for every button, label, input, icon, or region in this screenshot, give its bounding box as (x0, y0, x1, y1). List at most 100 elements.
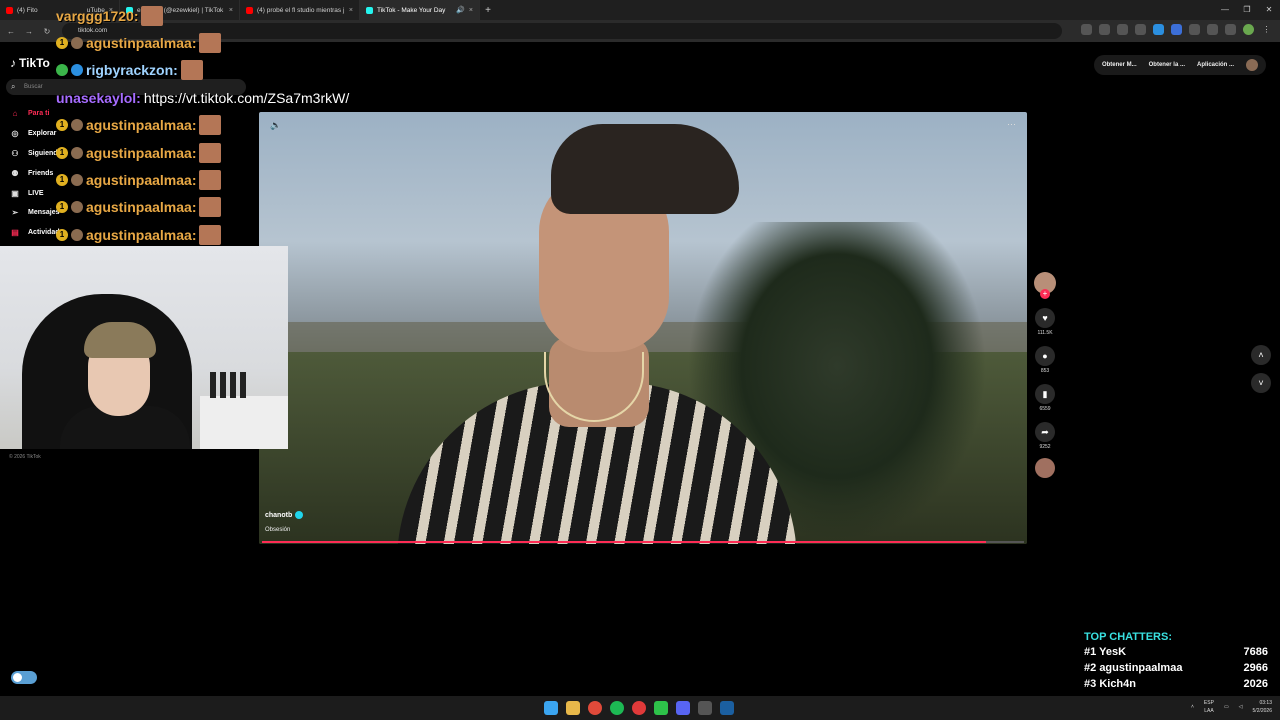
extension-icon[interactable] (1171, 24, 1182, 35)
music-disc-icon[interactable] (1035, 458, 1055, 478)
chat-line: 1 agustinpaalmaa: (56, 112, 376, 139)
badge-icon (71, 37, 83, 50)
chat-line: 1 agustinpaalmaa: (56, 221, 376, 248)
bookmark-icon[interactable]: ▮ (1035, 384, 1055, 404)
heart-icon[interactable]: ♥ (1035, 308, 1055, 328)
webcam-shelf (200, 396, 288, 449)
forward-icon[interactable]: → (24, 27, 34, 36)
emote-icon (141, 5, 164, 26)
maximize-icon[interactable]: ❐ (1236, 0, 1258, 20)
minimize-icon[interactable]: — (1214, 0, 1236, 20)
share-count: 9252 (1039, 444, 1051, 450)
file-explorer-icon[interactable] (566, 701, 580, 715)
emote-icon (199, 224, 222, 245)
share-action[interactable]: ➦ 9252 (1034, 422, 1056, 450)
emote-icon (199, 115, 222, 136)
save-action[interactable]: ▮ 6559 (1034, 384, 1056, 412)
chevron-up-icon[interactable]: ˄ (1191, 704, 1194, 710)
zoom-icon[interactable] (1099, 24, 1110, 35)
chatter-name: YesK (1099, 646, 1127, 658)
clock-date: 5/2/2026 (1252, 708, 1272, 714)
tiktok-logo[interactable]: ♪ TikTo (10, 56, 50, 70)
sidepanel-icon[interactable] (1225, 24, 1236, 35)
discord-icon[interactable] (676, 701, 690, 715)
badge-icon (71, 174, 83, 187)
translate-icon[interactable] (1081, 24, 1092, 35)
video-author[interactable]: chanotb (265, 511, 304, 519)
reload-icon[interactable]: ↻ (42, 27, 52, 36)
steam-icon[interactable] (720, 701, 734, 715)
chevron-down-icon[interactable]: ˅ (1251, 373, 1271, 393)
sidebar-item-label: Para ti (28, 110, 50, 118)
app-icon[interactable] (654, 701, 668, 715)
webcam-cap (84, 322, 156, 358)
get-app-button[interactable]: Obtener la ... (1149, 62, 1185, 68)
get-coins-button[interactable]: Obtener M... (1102, 62, 1137, 68)
chat-message: https://vt.tiktok.com/ZSa7m3rkW/ (143, 89, 350, 106)
extension-icon[interactable] (1189, 24, 1200, 35)
logo-text: TikTo (19, 56, 50, 70)
chat-username: agustinpaalmaa: (86, 226, 197, 243)
chatter-row: #1 YesK 7686 (1076, 646, 1274, 662)
window-controls: — ❐ ✕ (1214, 0, 1280, 20)
extension-icon[interactable] (1153, 24, 1164, 35)
video-progress-bar[interactable] (262, 541, 1024, 543)
video-person-hair (551, 124, 739, 214)
search-icon: ⌕ (11, 82, 16, 91)
clock[interactable]: 03:13 5/2/2026 (1253, 699, 1272, 715)
profile-icon[interactable] (1243, 24, 1254, 35)
windows-start-icon[interactable] (544, 701, 558, 715)
chatter-rank: #3 (1084, 678, 1097, 690)
messages-icon: ➢ (11, 208, 19, 218)
author-name: chanotb (265, 511, 293, 519)
emote-icon (199, 142, 222, 163)
close-window-icon[interactable]: ✕ (1258, 0, 1280, 20)
comment-action[interactable]: ● 853 (1034, 346, 1056, 374)
share-icon[interactable]: ➦ (1035, 422, 1055, 442)
top-chatters-panel: TOP CHATTERS: #1 YesK 7686 #2 agustinpaa… (1076, 631, 1274, 694)
back-icon[interactable]: ← (6, 27, 16, 36)
spotify-icon[interactable] (610, 701, 624, 715)
sidebar-item-label: Mensajes (28, 209, 60, 217)
chat-username: agustinpaalmaa: (86, 35, 197, 52)
close-icon[interactable]: × (469, 7, 473, 14)
comment-icon[interactable]: ● (1035, 346, 1055, 366)
follow-plus-icon[interactable]: + (1040, 289, 1050, 299)
app-icon[interactable] (698, 701, 712, 715)
menu-icon[interactable]: ⋮ (1261, 24, 1272, 35)
tab-tiktok-active[interactable]: TikTok - Make Your Day 🔊 × (360, 0, 480, 20)
youtube-icon (6, 6, 13, 14)
like-count: 111.5K (1037, 330, 1053, 336)
new-tab-button[interactable]: + (480, 5, 496, 16)
screen: (4) Fito uTube × ezewkiel (@ezewkiel) | … (0, 0, 1280, 720)
desktop-app-button[interactable]: Aplicación ... (1197, 62, 1234, 68)
chat-username: unasekaylol: (56, 89, 141, 106)
avatar[interactable] (1246, 59, 1258, 71)
badge-icon (71, 228, 83, 241)
volume-icon[interactable]: ◁ (1239, 704, 1243, 710)
wifi-icon[interactable]: ▭ (1224, 704, 1229, 710)
lang-layout: LAA (1204, 708, 1214, 714)
chevron-up-icon[interactable]: ˄ (1251, 345, 1271, 365)
compass-icon: ◎ (11, 129, 19, 139)
friends-icon: ⚉ (11, 168, 19, 178)
chat-line: 1 agustinpaalmaa: (56, 194, 376, 221)
chrome-icon[interactable] (588, 701, 602, 715)
activity-icon: ▤ (11, 228, 19, 238)
like-action[interactable]: ♥ 111.5K (1034, 308, 1056, 336)
speaker-icon[interactable]: 🔊 (456, 6, 465, 14)
obs-icon[interactable] (632, 701, 646, 715)
more-options-icon[interactable]: ⋯ (1007, 119, 1016, 130)
puzzle-icon[interactable] (1207, 24, 1218, 35)
chat-username: agustinpaalmaa: (86, 172, 197, 189)
star-icon[interactable] (1135, 24, 1146, 35)
creator-avatar[interactable]: + (1034, 272, 1056, 299)
badge-icon: 1 (56, 174, 68, 187)
badge-icon (56, 64, 68, 77)
emote-icon (180, 60, 203, 81)
chat-username: varggg1720: (56, 7, 139, 24)
theme-toggle[interactable] (11, 671, 37, 684)
chat-username: rigbyrackzon: (86, 62, 178, 79)
install-icon[interactable] (1117, 24, 1128, 35)
language-indicator[interactable]: ESP LAA (1204, 699, 1214, 715)
